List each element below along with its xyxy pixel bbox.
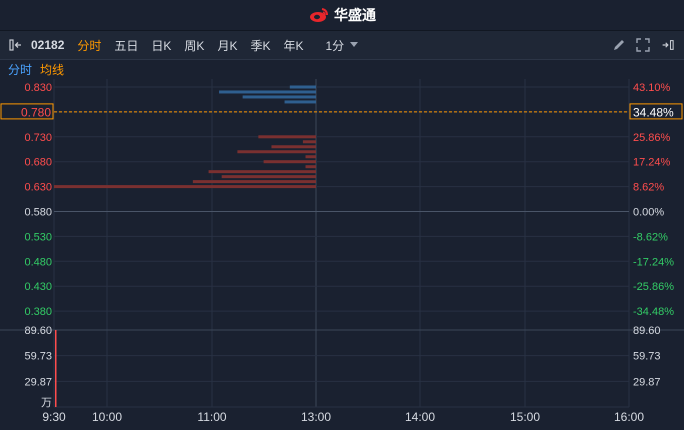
price-tick-label: 0.530 — [24, 231, 52, 243]
depth-sell-bar — [284, 100, 316, 104]
volume-tick-label-right: 29.87 — [633, 376, 661, 388]
price-tick-label: 0.480 — [24, 256, 52, 268]
highlight-percent-label: 34.48% — [633, 105, 674, 119]
depth-buy-bar — [271, 145, 316, 149]
depth-sell-bar — [219, 90, 316, 94]
price-tick-label: 0.830 — [24, 82, 52, 94]
time-tick-label: 9:30 — [42, 410, 66, 424]
intraday-chart: 0.830 0.730 0.680 0.630 0.580 0.530 0.480 0.430… — [0, 79, 684, 427]
time-tick-label: 13:00 — [301, 410, 331, 424]
percent-tick-label: 8.62% — [633, 182, 664, 194]
depth-buy-bar — [192, 180, 316, 184]
subtab-moving-average[interactable]: 均线 — [40, 61, 64, 78]
price-tick-label: 0.680 — [24, 157, 52, 169]
title-bar: 华盛通 — [0, 0, 684, 31]
price-tick-label: 0.580 — [24, 207, 52, 219]
interval-select[interactable]: 1分 — [325, 37, 359, 54]
toolbar: 02182 分时 五日 日K 周K 月K 季K 年K 1分 — [0, 31, 684, 60]
sina-eye-logo-icon — [310, 8, 328, 22]
app-brand: 华盛通 — [308, 5, 376, 25]
tab-weekly-k[interactable]: 周K — [184, 37, 204, 54]
subtab-intraday[interactable]: 分时 — [8, 61, 32, 78]
depth-sell-bar — [289, 85, 316, 89]
volume-tick-label: 89.60 — [24, 325, 52, 337]
time-tick-label: 10:00 — [92, 410, 122, 424]
depth-buy-bar — [258, 135, 316, 139]
percent-tick-label: -8.62% — [633, 231, 668, 243]
time-tick-label: 11:00 — [197, 410, 226, 424]
percent-tick-label: -17.24% — [633, 256, 674, 268]
volume-tick-label-right: 59.73 — [633, 351, 661, 363]
collapse-panel-icon[interactable] — [9, 38, 25, 52]
tab-daily-k[interactable]: 日K — [151, 37, 171, 54]
percent-tick-label: -34.48% — [633, 306, 674, 318]
depth-buy-bar — [221, 175, 316, 179]
depth-buy-bar — [263, 160, 316, 164]
depth-buy-bar — [305, 165, 316, 169]
chevron-down-icon — [350, 42, 359, 47]
fullscreen-icon[interactable] — [636, 38, 650, 52]
interval-value: 1分 — [325, 38, 345, 53]
depth-buy-bar — [237, 150, 316, 154]
volume-tick-label: 59.73 — [24, 351, 52, 363]
volume-tick-label: 29.87 — [24, 376, 52, 388]
stock-code: 02182 — [31, 38, 65, 52]
volume-unit-label: 万 — [41, 397, 52, 409]
tab-quarterly-k[interactable]: 季K — [250, 37, 270, 54]
draw-pencil-icon[interactable] — [612, 38, 626, 52]
price-tick-label: 0.730 — [24, 132, 52, 144]
depth-buy-bar — [302, 140, 316, 144]
expand-panel-icon[interactable] — [660, 38, 674, 52]
percent-tick-label: 43.10% — [633, 82, 671, 94]
tab-intraday[interactable]: 分时 — [77, 37, 101, 54]
price-tick-label: 0.630 — [24, 182, 52, 194]
percent-tick-label: -25.86% — [633, 281, 674, 293]
depth-sell-bar — [242, 95, 316, 99]
time-tick-label: 15:00 — [510, 410, 540, 424]
highlight-price-label: 0.780 — [21, 105, 51, 119]
app-title: 华盛通 — [334, 7, 376, 23]
volume-bar — [55, 330, 57, 407]
time-tick-label: 14:00 — [405, 410, 435, 424]
tab-yearly-k[interactable]: 年K — [283, 37, 303, 54]
time-tick-label: 16:00 — [614, 410, 644, 424]
price-tick-label: 0.430 — [24, 281, 52, 293]
depth-buy-bar — [54, 185, 316, 189]
depth-buy-bar — [208, 170, 316, 174]
tab-five-day[interactable]: 五日 — [114, 37, 138, 54]
indicator-tabs: 分时 均线 — [0, 60, 684, 79]
price-tick-label: 0.380 — [24, 306, 52, 318]
percent-tick-label: 0.00% — [633, 207, 664, 219]
volume-tick-label-right: 89.60 — [633, 325, 661, 337]
percent-tick-label: 25.86% — [633, 132, 671, 144]
tab-monthly-k[interactable]: 月K — [217, 37, 237, 54]
percent-tick-label: 17.24% — [633, 157, 671, 169]
intraday-chart-svg[interactable]: 0.830 0.730 0.680 0.630 0.580 0.530 0.480 0.430… — [0, 79, 684, 427]
depth-buy-bar — [305, 155, 316, 159]
